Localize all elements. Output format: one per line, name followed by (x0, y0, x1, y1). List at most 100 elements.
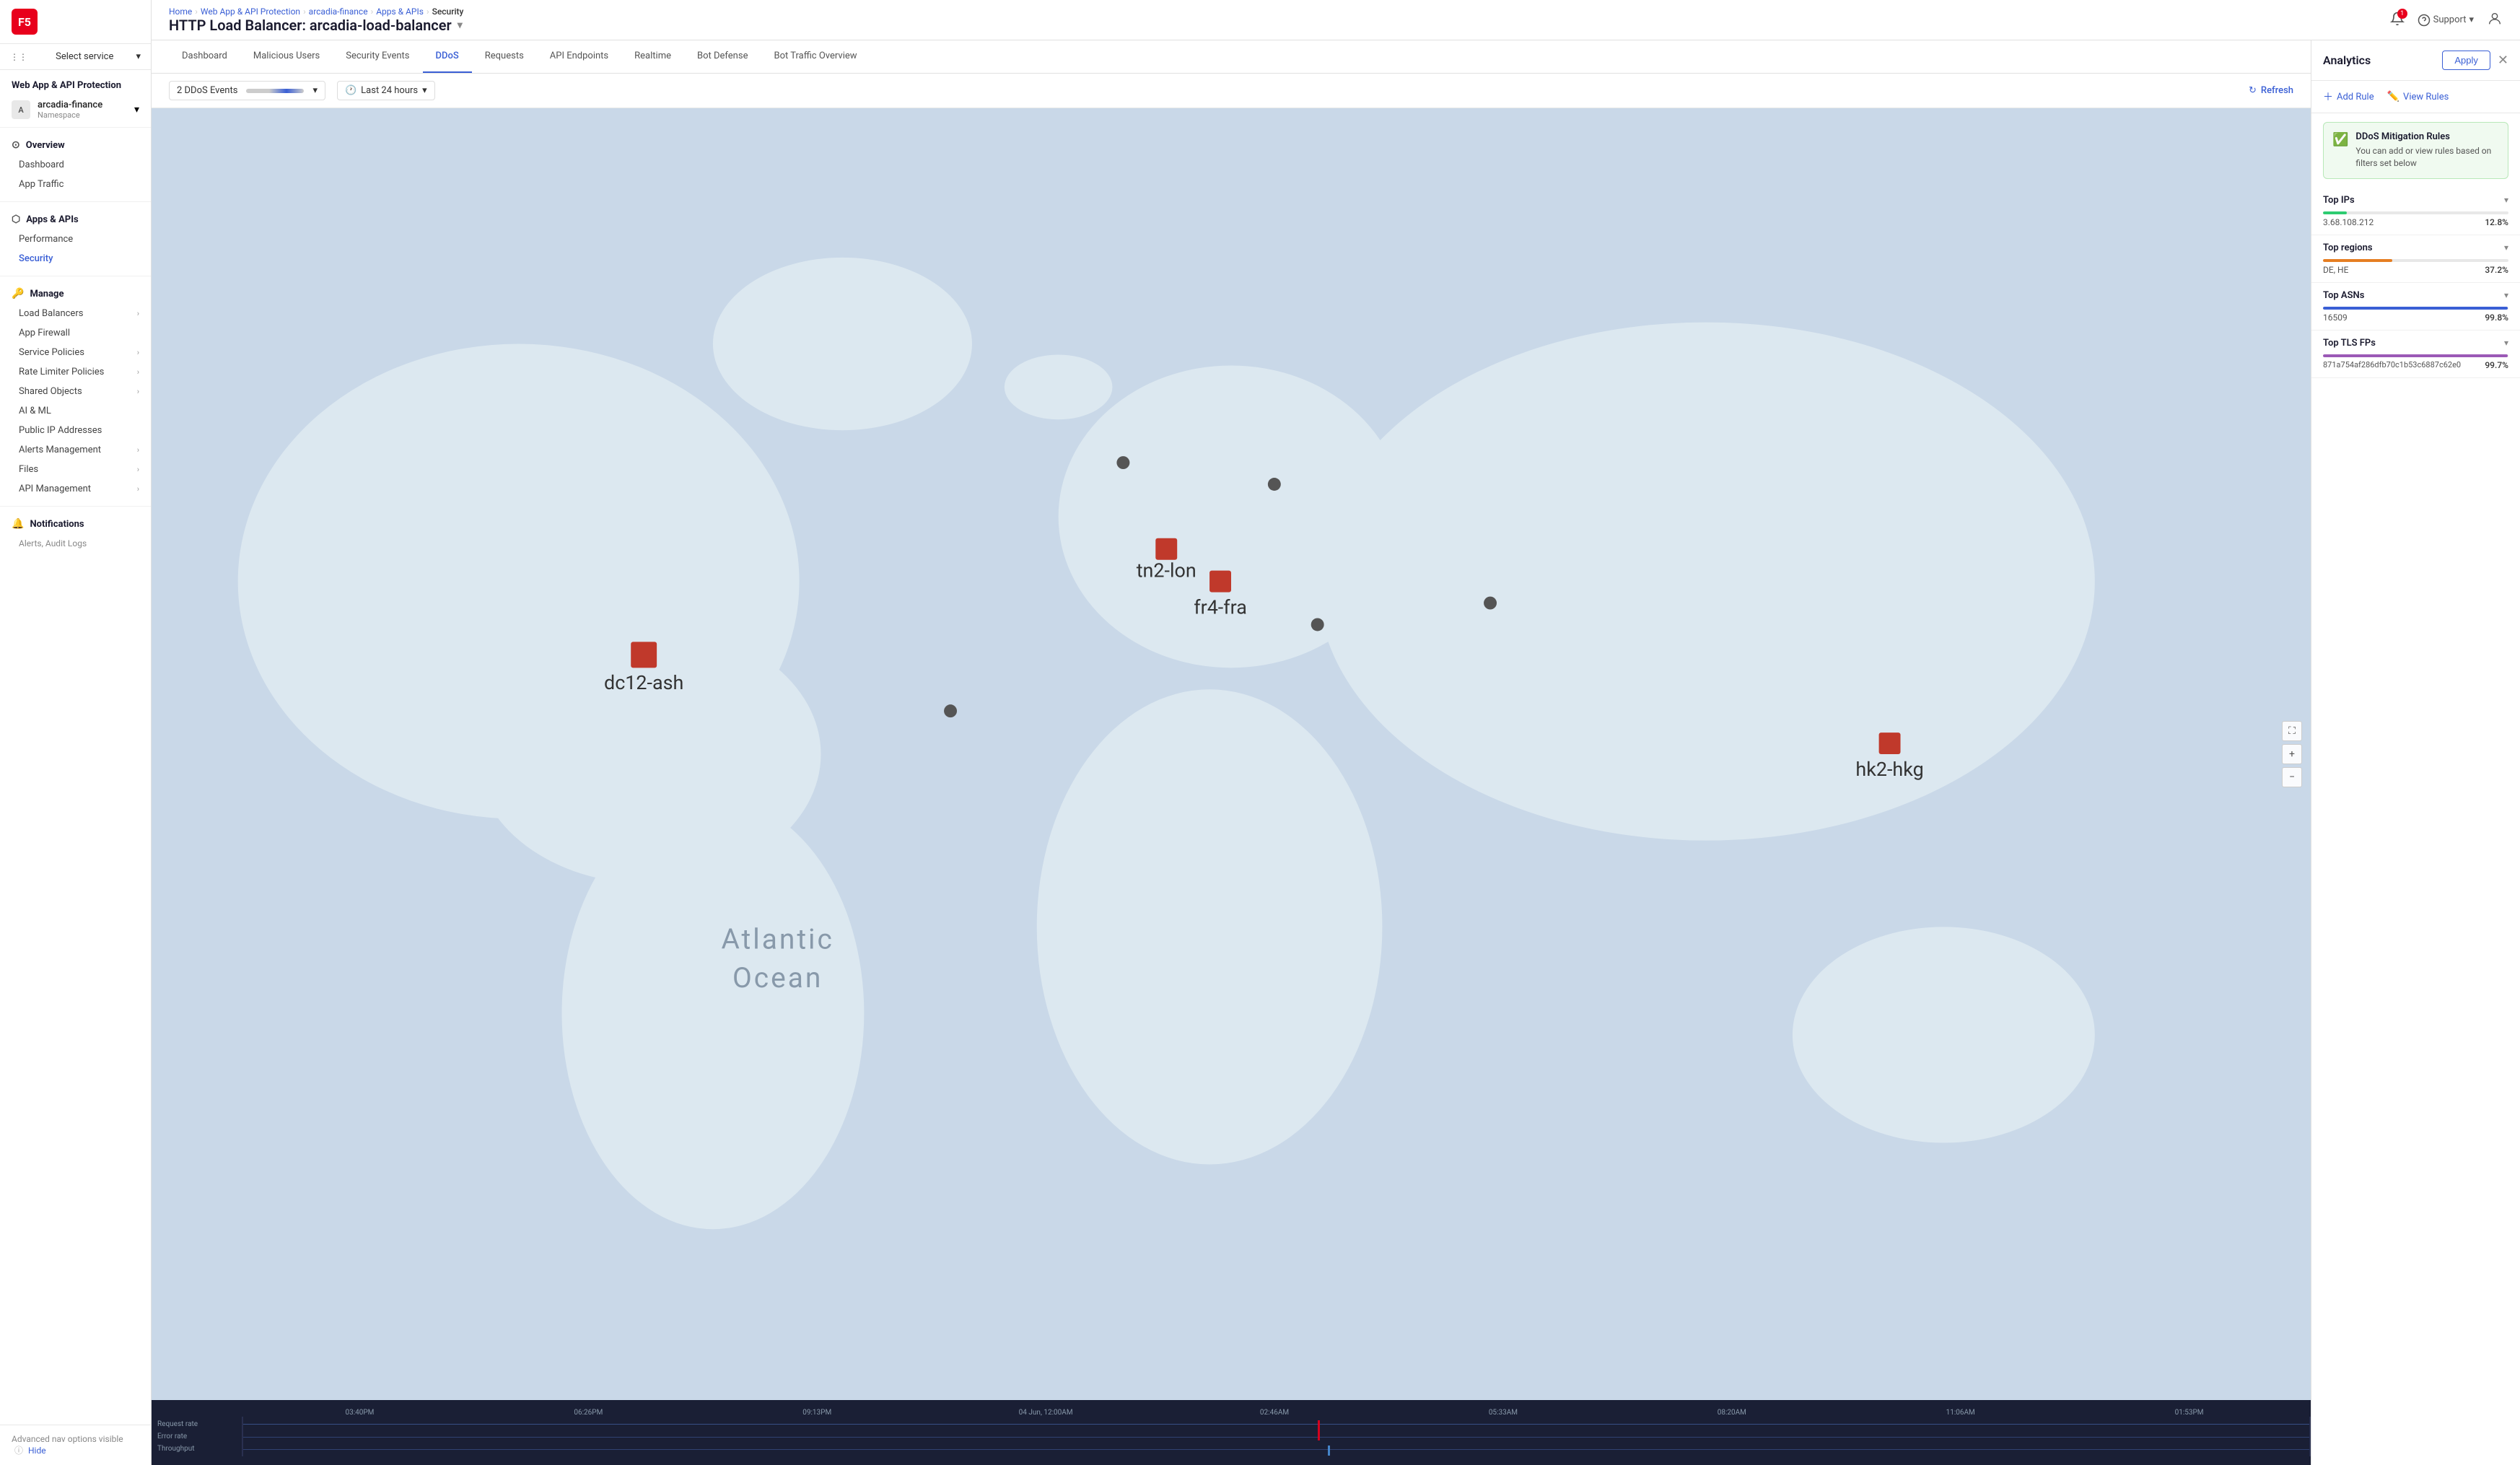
breadcrumb-apps[interactable]: Apps & APIs (376, 6, 424, 17)
map-controls: ⛶ + − (2282, 721, 2302, 787)
timeline-label-error: Error rate (157, 1433, 236, 1440)
tab-bot-defense[interactable]: Bot Defense (684, 40, 761, 73)
analytics-section-top-ips: Top IPs ▾ 3.68.108.212 12.8% (2311, 188, 2520, 235)
timeline-tick-8: 11:06AM (1846, 1409, 2075, 1417)
sidebar-item-load-balancers[interactable]: Load Balancers › (0, 304, 151, 323)
tab-ddos[interactable]: DDoS (423, 40, 472, 73)
tab-realtime[interactable]: Realtime (621, 40, 684, 73)
timeline-tick-9: 01:53PM (2075, 1409, 2304, 1417)
nav-notifications: 🔔 Notifications Alerts, Audit Logs (0, 506, 151, 560)
chevron-down-icon: ▾ (2469, 14, 2474, 25)
sidebar-item-rate-limiter[interactable]: Rate Limiter Policies › (0, 362, 151, 382)
svg-text:hk2-hkg: hk2-hkg (1855, 758, 1923, 781)
sidebar-item-app-firewall[interactable]: App Firewall (0, 323, 151, 343)
filter-bar: 2 DDoS Events ▾ 🕐 Last 24 hours ▾ ↻ Refr… (152, 74, 2311, 108)
timeline-tick-5: 02:46AM (1160, 1409, 1389, 1417)
service-selector[interactable]: ⋮⋮ Select service ▾ (0, 44, 151, 70)
refresh-icon: ↻ (2249, 85, 2257, 96)
topbar: Home › Web App & API Protection › arcadi… (152, 0, 2520, 40)
sidebar-item-files[interactable]: Files › (0, 460, 151, 479)
tab-dashboard[interactable]: Dashboard (169, 40, 240, 73)
breadcrumb-current: Security (432, 6, 464, 17)
avatar: A (12, 100, 30, 119)
sidebar-item-app-traffic[interactable]: App Traffic (0, 175, 151, 194)
apply-button[interactable]: Apply (2442, 51, 2490, 70)
dropdown-icon[interactable]: ▾ (458, 19, 463, 31)
sidebar-item-dashboard[interactable]: Dashboard (0, 155, 151, 175)
breadcrumb-waap[interactable]: Web App & API Protection (201, 6, 300, 17)
chevron-down-icon: ▾ (2504, 242, 2508, 253)
f5-logo: F5 (12, 9, 38, 35)
user-button[interactable] (2487, 11, 2503, 30)
spike-red (1318, 1420, 1320, 1440)
breadcrumb-home[interactable]: Home (169, 6, 192, 17)
timeline-chart-area[interactable] (242, 1417, 2311, 1456)
page-title: HTTP Load Balancer: arcadia-load-balance… (169, 17, 463, 34)
sidebar-item-shared-objects[interactable]: Shared Objects › (0, 382, 151, 401)
mitigation-title: DDoS Mitigation Rules (2355, 131, 2499, 142)
analytics-section-top-regions-header[interactable]: Top regions ▾ (2323, 242, 2508, 253)
sidebar-footer: Advanced nav options visible ⓘ Hide (0, 1425, 151, 1465)
chevron-right-icon: › (137, 445, 139, 455)
sidebar-item-performance[interactable]: Performance (0, 229, 151, 249)
analytics-section-top-ips-header[interactable]: Top IPs ▾ (2323, 195, 2508, 206)
tab-api-endpoints[interactable]: API Endpoints (537, 40, 621, 73)
timeline-labels: Request rate Error rate Throughput (152, 1417, 242, 1456)
sidebar-item-public-ip[interactable]: Public IP Addresses (0, 421, 151, 440)
chevron-down-icon: ▾ (2504, 195, 2508, 205)
chevron-right-icon: › (137, 309, 139, 318)
breadcrumb-namespace[interactable]: arcadia-finance (309, 6, 368, 17)
nav-notifications-label: Notifications (30, 519, 84, 530)
map-zoom-in-button[interactable]: + (2282, 744, 2302, 764)
analytics-bar-fill (2323, 259, 2392, 262)
add-rule-action[interactable]: ＋ Add Rule (2323, 89, 2374, 104)
analytics-section-top-asns-header[interactable]: Top ASNs ▾ (2323, 290, 2508, 301)
analytics-bar-bg (2323, 211, 2508, 214)
map-fullscreen-button[interactable]: ⛶ (2282, 721, 2302, 741)
sidebar-item-api-management[interactable]: API Management › (0, 479, 151, 499)
tab-malicious-users[interactable]: Malicious Users (240, 40, 333, 73)
map-container: dc12-ash tn2-lon fr4-fra hk2-hkg (152, 108, 2311, 1400)
service-selector-label: Select service (56, 51, 113, 62)
sidebar-item-service-policies[interactable]: Service Policies › (0, 343, 151, 362)
analytics-tls-value: 871a754af286dfb70c1b53c6887c62e0 (2323, 360, 2461, 369)
view-rules-action[interactable]: ✏️ View Rules (2387, 91, 2449, 102)
tab-security-events[interactable]: Security Events (333, 40, 422, 73)
grid-icon: ⋮⋮ (10, 52, 27, 62)
mitigation-box: ✅ DDoS Mitigation Rules You can add or v… (2323, 122, 2508, 179)
tab-bot-traffic[interactable]: Bot Traffic Overview (761, 40, 870, 73)
sidebar-item-ai-ml[interactable]: AI & ML (0, 401, 151, 421)
sidebar-item-security[interactable]: Security (0, 249, 151, 268)
analytics-bar-bg (2323, 307, 2508, 310)
timeline-tick-2: 06:26PM (474, 1409, 703, 1417)
ddos-events-select[interactable]: 2 DDoS Events ▾ (169, 81, 325, 100)
svg-text:Ocean: Ocean (732, 962, 823, 994)
timeline-tick-3: 09:13PM (703, 1409, 932, 1417)
map-zoom-out-button[interactable]: − (2282, 767, 2302, 787)
breadcrumb: Home › Web App & API Protection › arcadi… (169, 6, 463, 17)
analytics-ip-value: 3.68.108.212 (2323, 217, 2374, 227)
namespace-item[interactable]: A arcadia-finance Namespace ▾ (0, 95, 151, 127)
nav-manage: 🔑 Manage Load Balancers › App Firewall S… (0, 276, 151, 506)
chevron-right-icon: › (137, 465, 139, 474)
refresh-button[interactable]: ↻ Refresh (2249, 85, 2293, 96)
nav-overview-header: ⊙ Overview (0, 135, 151, 155)
sidebar-item-alerts-audit[interactable]: Alerts, Audit Logs (0, 534, 151, 553)
nav-apps-label: Apps & APIs (26, 214, 78, 225)
timeline-tick-1: 03:40PM (245, 1409, 474, 1417)
hide-link[interactable]: Hide (28, 1446, 46, 1456)
add-icon: ＋ (2323, 89, 2333, 104)
apps-icon: ⬡ (12, 214, 20, 225)
analytics-section-top-tls-header[interactable]: Top TLS FPs ▾ (2323, 338, 2508, 349)
close-button[interactable]: ✕ (2498, 54, 2508, 67)
time-select[interactable]: 🕐 Last 24 hours ▾ (337, 81, 435, 100)
sidebar-item-alerts-management[interactable]: Alerts Management › (0, 440, 151, 460)
analytics-header: Analytics Apply ✕ (2311, 40, 2520, 81)
notification-badge: 1 (2397, 9, 2407, 19)
support-button[interactable]: Support ▾ (2418, 14, 2474, 27)
timeline-label-throughput: Throughput (157, 1445, 236, 1453)
timeline-label-request: Request rate (157, 1420, 236, 1428)
tab-requests[interactable]: Requests (472, 40, 537, 73)
timeline-axis: 03:40PM 06:26PM 09:13PM 04 Jun, 12:00AM … (152, 1406, 2311, 1417)
notification-button[interactable]: 1 (2390, 12, 2405, 29)
